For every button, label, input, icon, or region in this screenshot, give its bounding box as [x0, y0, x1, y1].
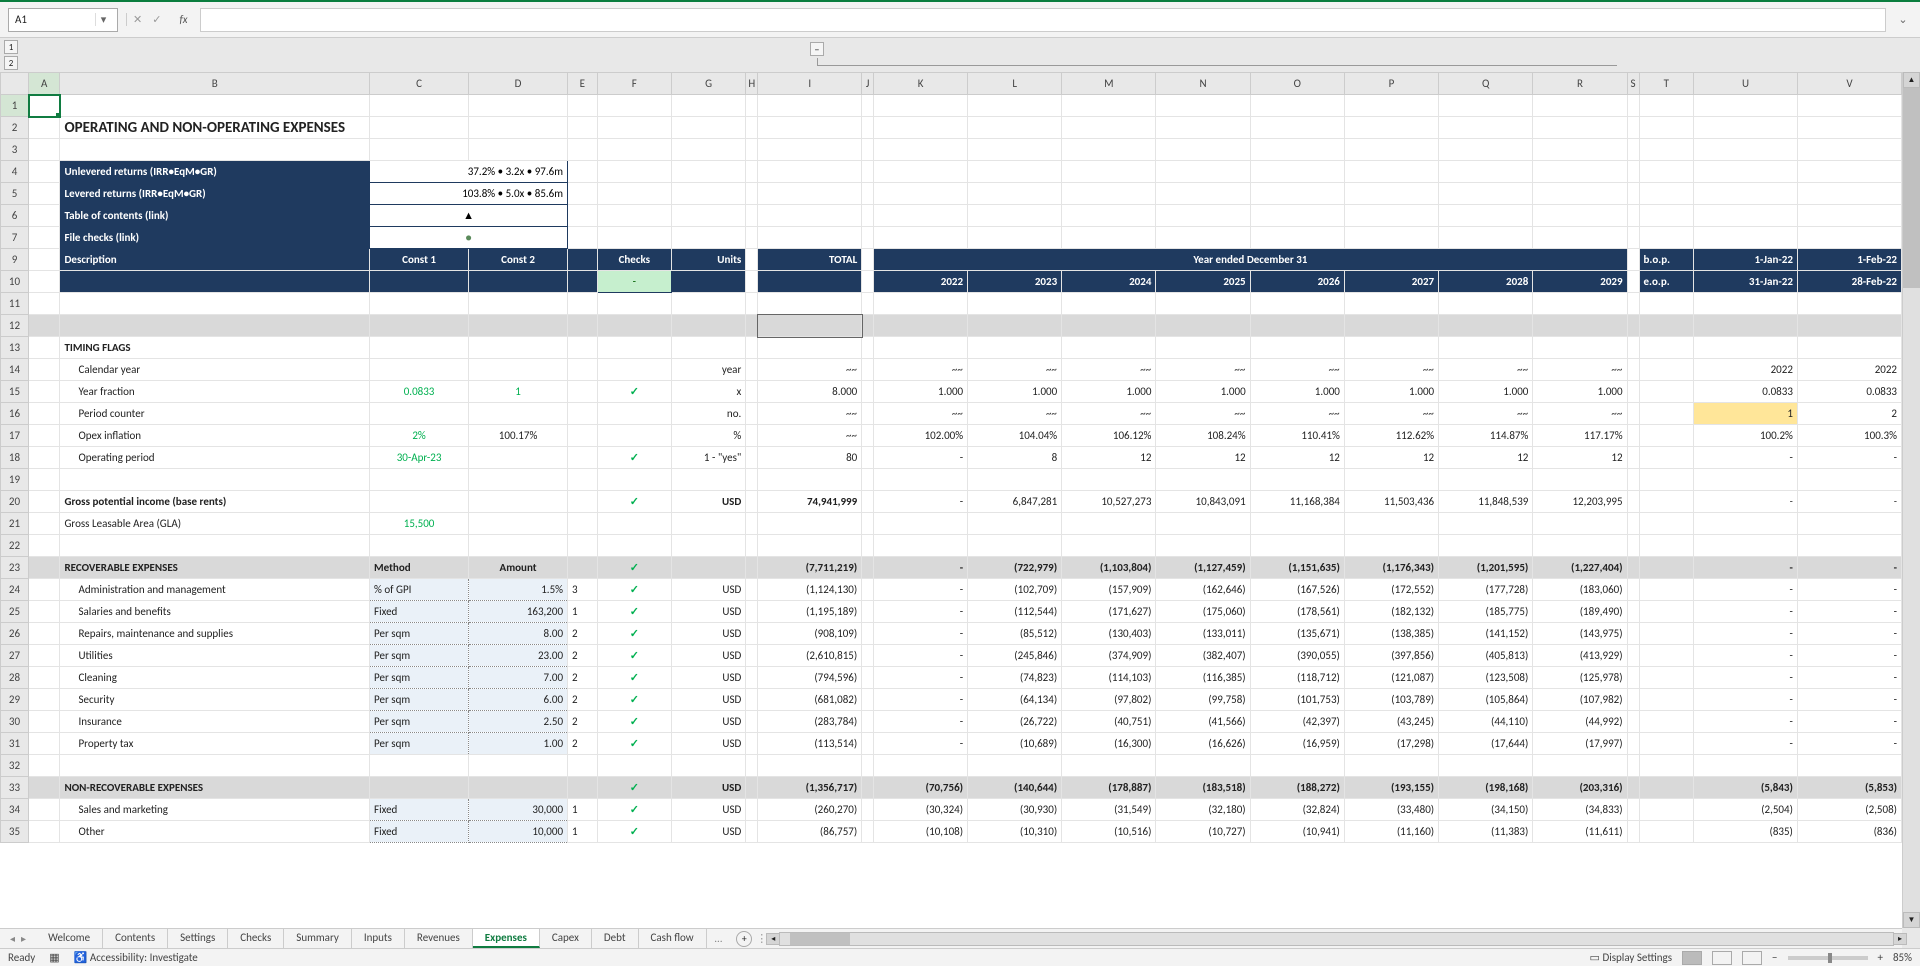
enter-icon: ✓	[152, 13, 161, 26]
col-header-c[interactable]: C	[370, 73, 469, 95]
hdr-const2: Const 2	[469, 249, 568, 271]
tab-settings[interactable]: Settings	[168, 929, 228, 948]
hdr-units: Units	[671, 249, 745, 271]
checks-ok-badge: -	[597, 271, 671, 293]
tab-nav-next-icon[interactable]: ▸	[19, 932, 28, 945]
levered-label: Levered returns (IRR•EqM•GR)	[60, 183, 370, 205]
col-header-q[interactable]: Q	[1439, 73, 1533, 95]
unlevered-label: Unlevered returns (IRR•EqM•GR)	[60, 161, 370, 183]
name-box[interactable]: A1 ▾	[8, 8, 118, 32]
status-ready: Ready	[8, 951, 35, 964]
col-header-m[interactable]: M	[1062, 73, 1156, 95]
col-header-s[interactable]: S	[1627, 73, 1639, 95]
col-header-u[interactable]: U	[1694, 73, 1798, 95]
zoom-out-button[interactable]: −	[1772, 951, 1777, 964]
col-header-i[interactable]: I	[758, 73, 862, 95]
tab-expenses[interactable]: Expenses	[473, 929, 540, 948]
toc-icon[interactable]: ▲	[370, 205, 568, 227]
col-header-l[interactable]: L	[968, 73, 1062, 95]
col-header-a[interactable]: A	[29, 73, 60, 95]
add-sheet-button[interactable]: +	[736, 931, 752, 947]
horizontal-scrollbar[interactable]: ◂ ▸	[779, 932, 1894, 946]
hdr-total: TOTAL	[758, 249, 862, 271]
outline-level-2[interactable]: 2	[4, 56, 18, 70]
view-normal-button[interactable]	[1682, 951, 1702, 965]
zoom-slider[interactable]	[1788, 956, 1868, 960]
fx-icon[interactable]: fx	[175, 13, 191, 26]
view-page-break-button[interactable]	[1742, 951, 1762, 965]
col-header-n[interactable]: N	[1156, 73, 1250, 95]
col-header-t[interactable]: T	[1639, 73, 1694, 95]
name-box-value: A1	[15, 13, 27, 26]
vertical-scrollbar[interactable]: ▲ ▼	[1902, 72, 1920, 928]
horizontal-scroll-thumb[interactable]	[790, 933, 850, 945]
row-header-2[interactable]: 2	[1, 117, 29, 139]
hdr-checks: Checks	[597, 249, 671, 271]
levered-value: 103.8% • 5.0x • 85.6m	[370, 183, 568, 205]
tab-contents[interactable]: Contents	[103, 929, 168, 948]
scroll-up-icon[interactable]: ▲	[1903, 72, 1920, 88]
col-header-o[interactable]: O	[1250, 73, 1344, 95]
name-box-dropdown-icon[interactable]: ▾	[95, 13, 111, 26]
outline-collapse-button[interactable]: −	[810, 42, 824, 56]
col-header-g[interactable]: G	[671, 73, 745, 95]
section-recoverable: RECOVERABLE EXPENSES	[60, 557, 370, 579]
macro-record-icon[interactable]: ▦	[49, 951, 59, 964]
tab-debt[interactable]: Debt	[592, 929, 639, 948]
filechecks-icon[interactable]: ●	[370, 227, 568, 249]
unlevered-value: 37.2% • 3.2x • 97.6m	[370, 161, 568, 183]
scroll-right-icon[interactable]: ▸	[1893, 933, 1907, 945]
hdr-const1: Const 1	[370, 249, 469, 271]
tab-welcome[interactable]: Welcome	[36, 929, 103, 948]
hdr-bop: b.o.p.	[1639, 249, 1694, 271]
col-header-k[interactable]: K	[874, 73, 968, 95]
tabs-overflow-icon[interactable]: …	[707, 932, 731, 945]
view-page-layout-button[interactable]	[1712, 951, 1732, 965]
filechecks-link[interactable]: File checks (link)	[60, 227, 370, 249]
col-header-r[interactable]: R	[1533, 73, 1627, 95]
tab-summary[interactable]: Summary	[284, 929, 352, 948]
col-header-e[interactable]: E	[568, 73, 598, 95]
outline-level-1[interactable]: 1	[4, 40, 18, 54]
section-timing-flags: TIMING FLAGS	[60, 337, 370, 359]
sheet-tabs: WelcomeContentsSettingsChecksSummaryInpu…	[36, 929, 707, 948]
hdr-description: Description	[60, 249, 370, 271]
scroll-left-icon[interactable]: ◂	[766, 933, 780, 945]
tab-inputs[interactable]: Inputs	[352, 929, 405, 948]
tab-capex[interactable]: Capex	[540, 929, 592, 948]
scroll-down-icon[interactable]: ▼	[1903, 912, 1920, 928]
tab-revenues[interactable]: Revenues	[405, 929, 473, 948]
zoom-level[interactable]: 85%	[1893, 951, 1912, 964]
zoom-in-button[interactable]: +	[1878, 951, 1883, 964]
hdr-u1: 1-Jan-22	[1694, 249, 1798, 271]
col-header-p[interactable]: P	[1344, 73, 1438, 95]
formula-expand-icon[interactable]: ⌄	[1894, 13, 1912, 26]
cancel-icon: ✕	[133, 13, 142, 26]
outline-bar: 1 2 −	[0, 38, 1902, 74]
formula-input[interactable]	[200, 8, 1886, 32]
display-settings-button[interactable]: ▭ Display Settings	[1590, 951, 1672, 964]
hdr-u2: 1-Feb-22	[1797, 249, 1901, 271]
col-header-j[interactable]: J	[862, 73, 874, 95]
toc-link[interactable]: Table of contents (link)	[60, 205, 370, 227]
col-header-d[interactable]: D	[469, 73, 568, 95]
tab-nav-first-icon[interactable]: ◂	[8, 932, 17, 945]
page-title: OPERATING AND NON-OPERATING EXPENSES	[60, 117, 370, 139]
tab-checks[interactable]: Checks	[228, 929, 284, 948]
outline-group-line	[817, 58, 1617, 66]
col-header-v[interactable]: V	[1797, 73, 1901, 95]
hdr-year-span: Year ended December 31	[874, 249, 1627, 271]
vertical-scroll-thumb[interactable]	[1903, 88, 1920, 288]
cell-a1[interactable]	[29, 95, 60, 117]
accessibility-status[interactable]: ♿ Accessibility: Investigate	[74, 951, 198, 964]
col-header-b[interactable]: B	[60, 73, 370, 95]
hdr-eop: e.o.p.	[1639, 271, 1694, 293]
spreadsheet-grid[interactable]: ABCDEFGHIJ KLMNOPQR STUV 1 2 OPERATING AN…	[0, 72, 1902, 843]
row-header-1[interactable]: 1	[1, 95, 29, 117]
tab-cash-flow[interactable]: Cash flow	[639, 929, 707, 948]
section-nonrecoverable: NON-RECOVERABLE EXPENSES	[60, 777, 370, 799]
col-header-f[interactable]: F	[597, 73, 671, 95]
col-header-h[interactable]: H	[746, 73, 758, 95]
